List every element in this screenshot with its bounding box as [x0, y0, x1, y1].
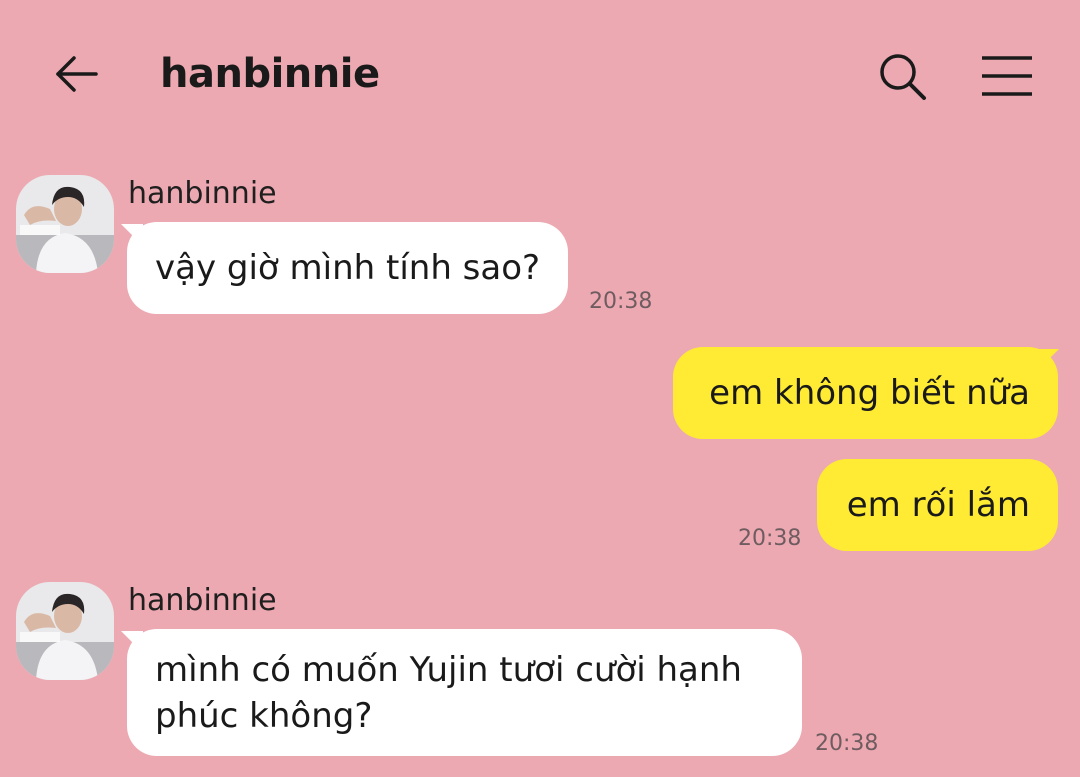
message-text: vậy giờ mình tính sao?: [155, 248, 541, 288]
message-bubble-incoming[interactable]: vậy giờ mình tính sao?: [127, 222, 569, 314]
message-time: 20:38: [738, 526, 802, 551]
profile-photo: [16, 175, 114, 273]
message-text: em không biết nữa: [709, 373, 1030, 413]
back-button[interactable]: [50, 48, 106, 104]
sender-name: hanbinnie: [128, 583, 277, 618]
message-text: mình có muốn Yujin tươi cười hạnh phúc k…: [155, 650, 742, 736]
avatar[interactable]: [16, 175, 114, 273]
search-icon: [880, 54, 926, 100]
message-text: em rối lắm: [846, 485, 1030, 525]
message-time: 20:38: [815, 731, 879, 756]
hamburger-menu-icon: [982, 56, 1032, 96]
arrow-left-icon: [56, 56, 98, 92]
message-time: 20:38: [589, 289, 653, 314]
chat-title: hanbinnie: [160, 51, 380, 97]
bubble-tail: [1037, 349, 1059, 371]
sender-name: hanbinnie: [128, 176, 277, 211]
search-button[interactable]: [874, 48, 930, 104]
chat-header: hanbinnie: [0, 0, 1080, 150]
avatar[interactable]: [16, 582, 114, 680]
menu-button[interactable]: [978, 48, 1036, 104]
message-bubble-outgoing[interactable]: em rối lắm: [817, 459, 1058, 551]
message-bubble-incoming[interactable]: mình có muốn Yujin tươi cười hạnh phúc k…: [127, 629, 802, 756]
profile-photo: [16, 582, 114, 680]
message-bubble-outgoing[interactable]: em không biết nữa: [673, 347, 1058, 439]
